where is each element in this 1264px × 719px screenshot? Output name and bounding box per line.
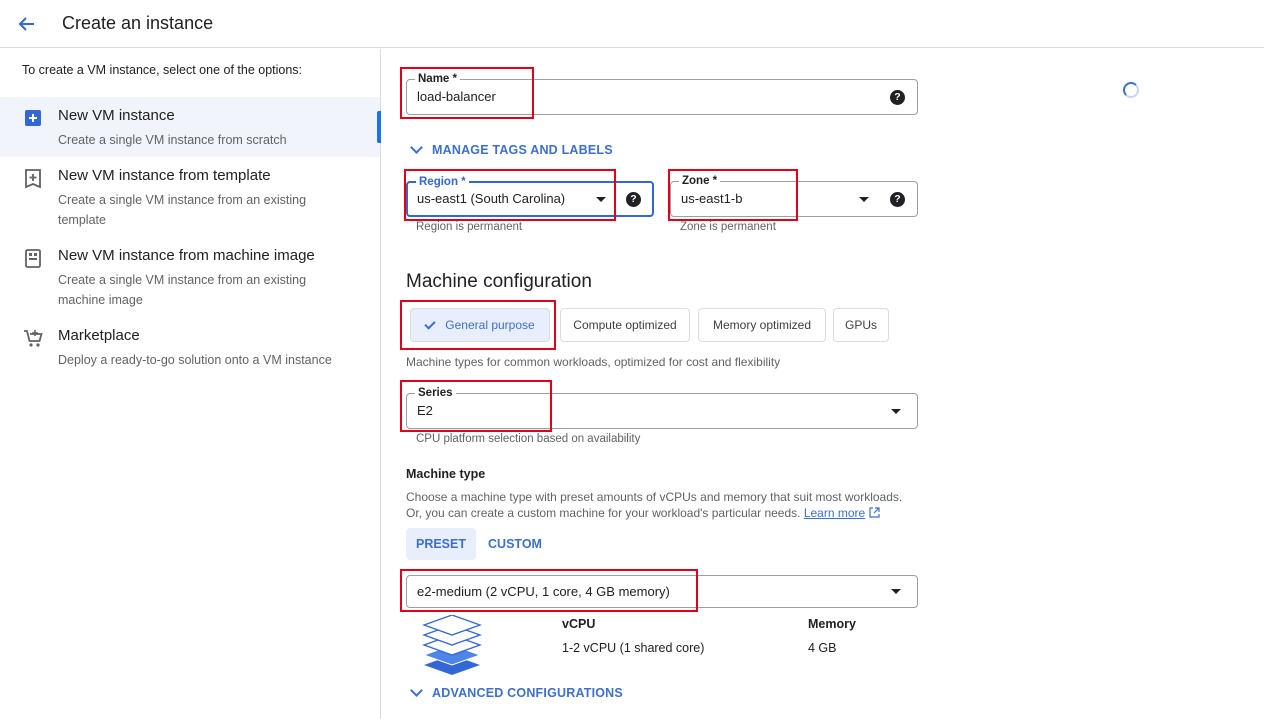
option-title: Marketplace bbox=[58, 327, 140, 344]
family-general-purpose-chip[interactable]: General purpose bbox=[410, 308, 550, 342]
machine-stack-icon bbox=[422, 615, 482, 675]
chevron-down-icon bbox=[410, 684, 423, 697]
machine-type-desc-line2: Or, you can create a custom machine for … bbox=[406, 505, 880, 521]
vcpu-header: vCPU bbox=[562, 617, 596, 631]
family-memory-optimized-chip[interactable]: Memory optimized bbox=[698, 308, 826, 342]
option-new-vm-instance[interactable]: New VM instance Create a single VM insta… bbox=[0, 97, 381, 157]
machine-image-icon bbox=[25, 249, 41, 268]
dropdown-caret-icon bbox=[859, 197, 869, 202]
cart-icon bbox=[24, 330, 43, 347]
page-title: Create an instance bbox=[62, 13, 214, 33]
vcpu-value: 1-2 vCPU (1 shared core) bbox=[562, 641, 705, 655]
machine-type-desc-line1: Choose a machine type with preset amount… bbox=[406, 490, 903, 504]
machine-configuration-heading: Machine configuration bbox=[406, 271, 592, 292]
option-desc: Create a single VM instance from an exis… bbox=[58, 273, 307, 307]
top-bar: Create an instance bbox=[0, 0, 1264, 48]
help-icon[interactable]: ? bbox=[626, 192, 641, 207]
dropdown-caret-icon bbox=[596, 197, 606, 202]
dropdown-caret-icon bbox=[891, 589, 901, 594]
machine-type-value: e2-medium (2 vCPU, 1 core, 4 GB memory) bbox=[417, 584, 670, 599]
name-label: Name * bbox=[415, 72, 460, 86]
option-marketplace[interactable]: Marketplace Deploy a ready-to-go solutio… bbox=[0, 317, 380, 377]
name-value: load-balancer bbox=[417, 89, 496, 104]
custom-tab-label: CUSTOM bbox=[488, 537, 542, 551]
advanced-configurations-label: ADVANCED CONFIGURATIONS bbox=[432, 686, 623, 700]
family-gpus-chip[interactable]: GPUs bbox=[833, 308, 889, 342]
series-select[interactable]: Series E2 bbox=[406, 386, 918, 429]
machine-type-select[interactable]: e2-medium (2 vCPU, 1 core, 4 GB memory) bbox=[406, 575, 918, 608]
create-instance-form: Name * load-balancer ? MANAGE TAGS AND L… bbox=[382, 49, 1264, 719]
sidebar-intro: To create a VM instance, select one of t… bbox=[22, 63, 303, 77]
chevron-down-icon bbox=[410, 141, 423, 154]
arrow-back-icon bbox=[18, 17, 34, 31]
series-hint: CPU platform selection based on availabi… bbox=[416, 433, 641, 445]
option-from-machine-image[interactable]: New VM instance from machine image Creat… bbox=[0, 237, 380, 317]
external-link-icon bbox=[868, 507, 880, 518]
advanced-configurations-toggle[interactable]: ADVANCED CONFIGURATIONS bbox=[408, 684, 623, 700]
region-value: us-east1 (South Carolina) bbox=[417, 191, 566, 206]
machine-type-heading: Machine type bbox=[406, 467, 486, 481]
region-hint: Region is permanent bbox=[416, 221, 523, 233]
add-box-icon bbox=[25, 110, 41, 126]
help-icon[interactable]: ? bbox=[890, 192, 905, 207]
option-desc: Create a single VM instance from an exis… bbox=[58, 193, 307, 227]
template-icon bbox=[25, 169, 41, 189]
chip-label: GPUs bbox=[844, 318, 877, 332]
help-icon[interactable]: ? bbox=[890, 90, 905, 105]
manage-tags-and-labels-toggle[interactable]: MANAGE TAGS AND LABELS bbox=[408, 141, 613, 157]
learn-more-link[interactable]: Learn more bbox=[804, 506, 865, 520]
back-button[interactable] bbox=[12, 9, 42, 39]
option-desc: Deploy a ready-to-go solution onto a VM … bbox=[58, 353, 332, 367]
zone-select[interactable]: Zone * us-east1-b ? bbox=[670, 174, 918, 217]
series-value: E2 bbox=[417, 403, 433, 418]
memory-value: 4 GB bbox=[808, 641, 837, 655]
series-label: Series bbox=[415, 386, 456, 400]
custom-tab[interactable]: CUSTOM bbox=[480, 528, 550, 560]
creation-options-sidebar: To create a VM instance, select one of t… bbox=[0, 49, 381, 719]
preset-tab-label: PRESET bbox=[415, 537, 466, 551]
chip-label: General purpose bbox=[445, 318, 535, 332]
option-title: New VM instance from machine image bbox=[58, 247, 315, 264]
option-from-template[interactable]: New VM instance from template Create a s… bbox=[0, 157, 380, 237]
family-compute-optimized-chip[interactable]: Compute optimized bbox=[560, 308, 690, 342]
family-description: Machine types for common workloads, opti… bbox=[406, 355, 781, 369]
region-label: Region * bbox=[416, 175, 469, 189]
manage-tags-label: MANAGE TAGS AND LABELS bbox=[432, 143, 613, 157]
option-title: New VM instance bbox=[58, 107, 175, 124]
check-icon bbox=[424, 317, 436, 330]
chip-label: Compute optimized bbox=[573, 318, 677, 332]
dropdown-caret-icon bbox=[891, 409, 901, 414]
chip-label: Memory optimized bbox=[712, 318, 812, 332]
zone-label: Zone * bbox=[679, 174, 721, 188]
preset-tab[interactable]: PRESET bbox=[406, 528, 476, 560]
loading-spinner-icon bbox=[1123, 82, 1139, 98]
memory-header: Memory bbox=[808, 617, 856, 631]
name-field[interactable]: Name * load-balancer ? bbox=[406, 72, 918, 115]
option-title: New VM instance from template bbox=[58, 167, 271, 184]
region-select[interactable]: Region * us-east1 (South Carolina) ? bbox=[406, 175, 654, 217]
zone-value: us-east1-b bbox=[681, 191, 743, 206]
option-desc: Create a single VM instance from scratch bbox=[58, 133, 287, 147]
zone-hint: Zone is permanent bbox=[680, 221, 776, 233]
